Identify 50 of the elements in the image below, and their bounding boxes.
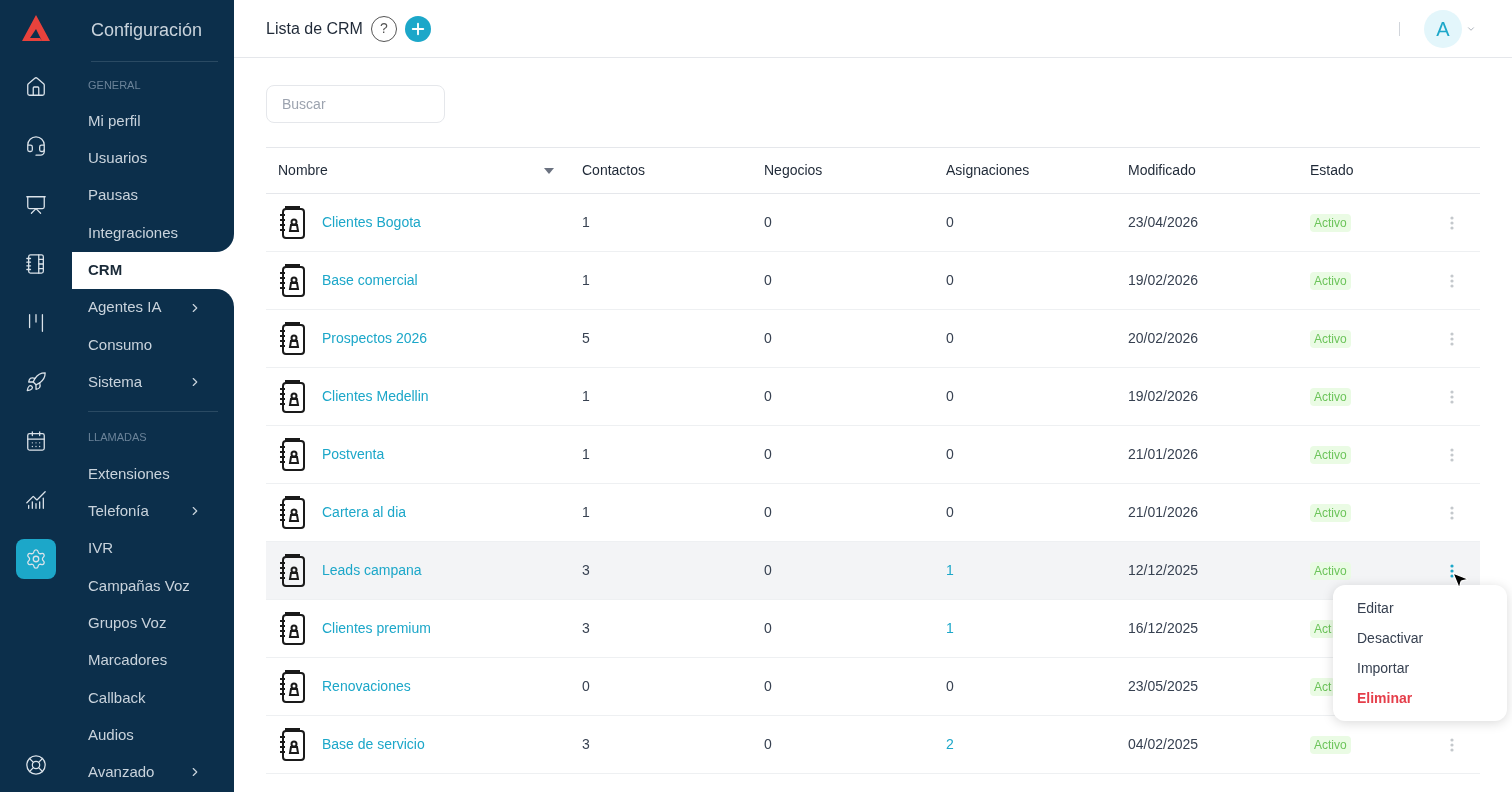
- table-cell-text: 1: [582, 387, 591, 406]
- status-badge: Activo: [1310, 504, 1351, 522]
- section-heading: LLAMADAS: [88, 429, 148, 445]
- status-badge: Activo: [1310, 214, 1351, 232]
- table-cell-text: 3: [582, 561, 591, 580]
- table-cell-text: 3: [582, 735, 591, 754]
- table-cell-text: 19/02/2026: [1128, 387, 1200, 406]
- page-title: Lista de CRM: [266, 18, 363, 39]
- table-cell-text: 1: [582, 503, 591, 522]
- table-cell-text: 16/12/2025: [1128, 619, 1200, 638]
- table-cell-text: 0: [764, 387, 773, 406]
- table-cell-text: 0: [946, 677, 954, 696]
- table-cell-text: 0: [764, 445, 773, 464]
- table-cell-text: 0: [764, 561, 773, 580]
- table-cell-text: 0: [946, 387, 954, 406]
- table-cell-text: 23/04/2026: [1128, 213, 1200, 232]
- table-cell-text: 04/02/2025: [1128, 735, 1200, 754]
- table-cell-text: 0: [764, 735, 773, 754]
- status-badge: Activo: [1310, 736, 1351, 754]
- table-cell-text: 1: [582, 213, 591, 232]
- table-cell-text: 0: [764, 271, 773, 290]
- status-badge: Activo: [1310, 388, 1351, 406]
- table-cell-text: 0: [946, 213, 954, 232]
- table-cell-text: 3: [582, 619, 591, 638]
- table-cell-text: 12/12/2025: [1128, 561, 1200, 580]
- status-badge: Act: [1310, 678, 1336, 696]
- table-cell-text: 1: [582, 445, 591, 464]
- table-cell-text: 0: [764, 503, 773, 522]
- table-cell-text: 0: [764, 677, 773, 696]
- table-cell-text: 21/01/2026: [1128, 503, 1200, 522]
- table-cell-text: 0: [946, 445, 954, 464]
- table-cell-text: 23/05/2025: [1128, 677, 1200, 696]
- table-cell-text: 0: [946, 271, 954, 290]
- table-cell-text: 1: [582, 271, 591, 290]
- status-badge: Act: [1310, 620, 1336, 638]
- table-cell-text: 0: [764, 329, 773, 348]
- table-cell-text: 0: [764, 213, 773, 232]
- status-badge: Activo: [1310, 562, 1351, 580]
- table-cell-text: 0: [946, 329, 954, 348]
- status-badge: Activo: [1310, 330, 1351, 348]
- status-badge: Activo: [1310, 272, 1351, 290]
- section-heading: GENERAL: [88, 78, 142, 93]
- table-cell-text: 0: [582, 677, 591, 696]
- table-cell-text: 19/02/2026: [1128, 271, 1200, 290]
- table-cell-text: 21/01/2026: [1128, 445, 1200, 464]
- table-cell-text: 20/02/2026: [1128, 329, 1200, 348]
- status-badge: Activo: [1310, 446, 1351, 464]
- table-cell-text: 0: [946, 503, 954, 522]
- table-cell-text: 0: [764, 619, 773, 638]
- table-cell-text: 5: [582, 329, 591, 348]
